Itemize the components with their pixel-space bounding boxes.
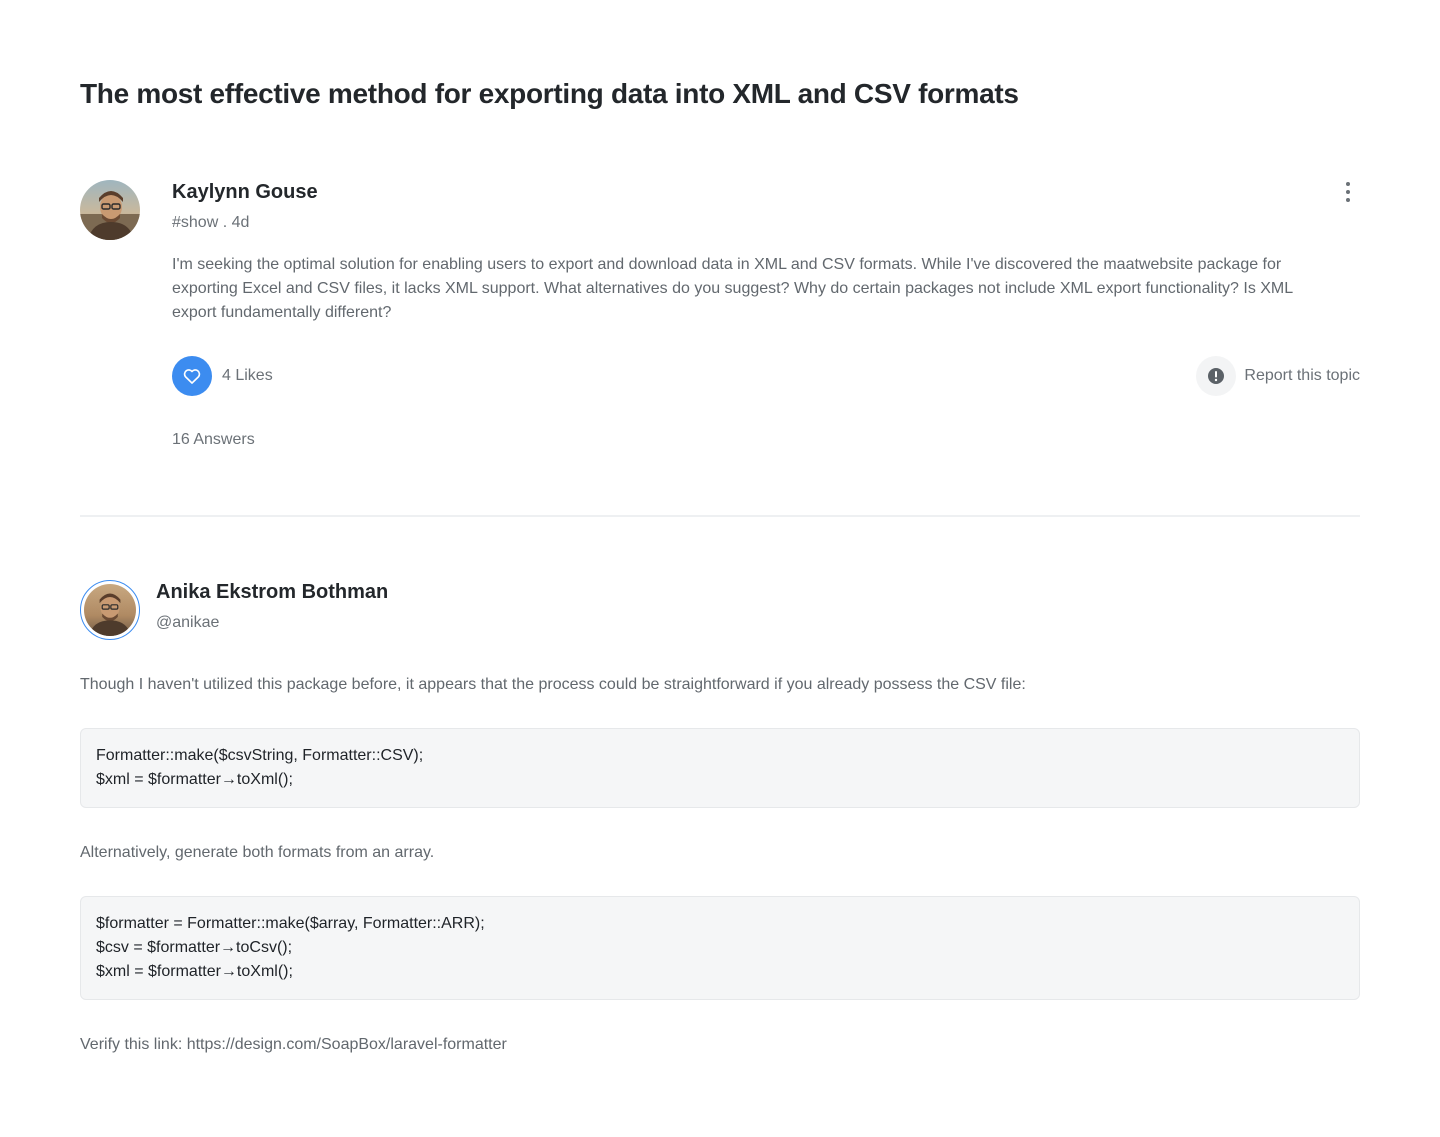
- code-block[interactable]: $formatter = Formatter::make($array, For…: [80, 896, 1360, 1000]
- report-topic-label: Report this topic: [1244, 367, 1360, 384]
- more-options-button[interactable]: [1336, 178, 1360, 206]
- author-name[interactable]: Kaylynn Gouse: [172, 181, 318, 204]
- code-line: $formatter = Formatter::make($array, For…: [96, 915, 485, 932]
- likes-count: 4 Likes: [222, 367, 273, 384]
- code-line: $xml = $formatter→toXml();: [96, 771, 293, 788]
- code-line: Formatter::make($csvString, Formatter::C…: [96, 747, 424, 764]
- post-meta: #show . 4d: [172, 214, 250, 231]
- question-body: I'm seeking the optimal solution for ena…: [172, 256, 1293, 321]
- answer-author-name[interactable]: Anika Ekstrom Bothman: [156, 581, 388, 604]
- divider: [80, 515, 1360, 517]
- code-block[interactable]: Formatter::make($csvString, Formatter::C…: [80, 728, 1360, 808]
- page-title: The most effective method for exporting …: [80, 78, 1019, 109]
- report-topic-button[interactable]: Report this topic: [1196, 356, 1360, 396]
- verify-prefix: Verify this link:: [80, 1036, 187, 1053]
- verify-text: Verify this link: https://design.com/Soa…: [80, 1033, 507, 1057]
- alert-circle-icon: [1208, 368, 1225, 384]
- avatar[interactable]: [80, 580, 140, 640]
- answer-author-handle: @anikae: [156, 614, 220, 631]
- avatar[interactable]: [80, 180, 140, 240]
- user-photo-icon: [84, 584, 136, 636]
- like-button[interactable]: [172, 356, 212, 396]
- user-photo-icon: [80, 180, 140, 240]
- answer-middle-text: Alternatively, generate both formats fro…: [80, 844, 435, 861]
- more-vertical-icon: [1346, 182, 1350, 202]
- answer-intro: Though I haven't utilized this package b…: [80, 676, 1026, 693]
- report-icon-wrap: [1196, 356, 1237, 396]
- code-line: $xml = $formatter→toXml();: [96, 963, 293, 980]
- code-line: $csv = $formatter→toCsv();: [96, 939, 293, 956]
- topic-page: The most effective method for exporting …: [80, 0, 1360, 1137]
- verify-link[interactable]: https://design.com/SoapBox/laravel-forma…: [187, 1036, 507, 1053]
- answers-count: 16 Answers: [172, 431, 255, 448]
- heart-icon: [183, 369, 201, 384]
